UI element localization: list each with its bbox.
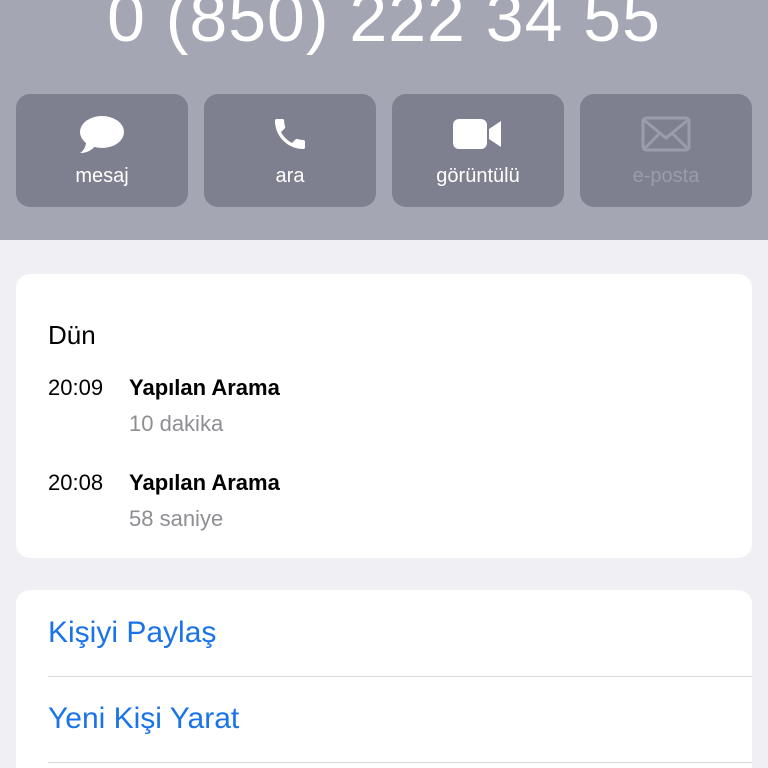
recent-calls-card: Dün 20:09 Yapılan Arama 10 dakika 20:08 … xyxy=(16,274,752,558)
create-new-contact-link[interactable]: Yeni Kişi Yarat xyxy=(48,676,752,762)
message-bubble-icon xyxy=(72,114,132,154)
call-button[interactable]: ara xyxy=(204,94,376,207)
contact-actions: mesaj ara görüntülü e-posta xyxy=(16,94,752,207)
call-duration: 10 dakika xyxy=(129,411,224,436)
phone-number: 0 (850) 222 34 55 xyxy=(107,0,661,56)
call-time: 20:09 xyxy=(48,375,104,400)
phone-icon xyxy=(260,114,320,154)
video-camera-icon xyxy=(448,114,508,154)
call-type: Yapılan Arama xyxy=(129,470,280,495)
contact-options-card: Kişiyi Paylaş Yeni Kişi Yarat xyxy=(16,590,752,768)
divider xyxy=(48,762,752,763)
call-time: 20:08 xyxy=(48,470,104,495)
email-button[interactable]: e-posta xyxy=(580,94,752,207)
video-button[interactable]: görüntülü xyxy=(392,94,564,207)
call-type: Yapılan Arama xyxy=(129,375,280,400)
email-button-label: e-posta xyxy=(632,165,700,187)
message-button-label: mesaj xyxy=(75,165,129,187)
envelope-icon xyxy=(636,114,696,154)
call-button-label: ara xyxy=(275,165,305,187)
message-button[interactable]: mesaj xyxy=(16,94,188,207)
call-duration: 58 saniye xyxy=(129,506,224,531)
contact-header: 0 (850) 222 34 55 mesaj ara görüntülü e-… xyxy=(0,0,768,240)
video-button-label: görüntülü xyxy=(436,165,520,187)
share-contact-link[interactable]: Kişiyi Paylaş xyxy=(48,590,752,676)
recent-calls-day: Dün xyxy=(48,320,96,350)
